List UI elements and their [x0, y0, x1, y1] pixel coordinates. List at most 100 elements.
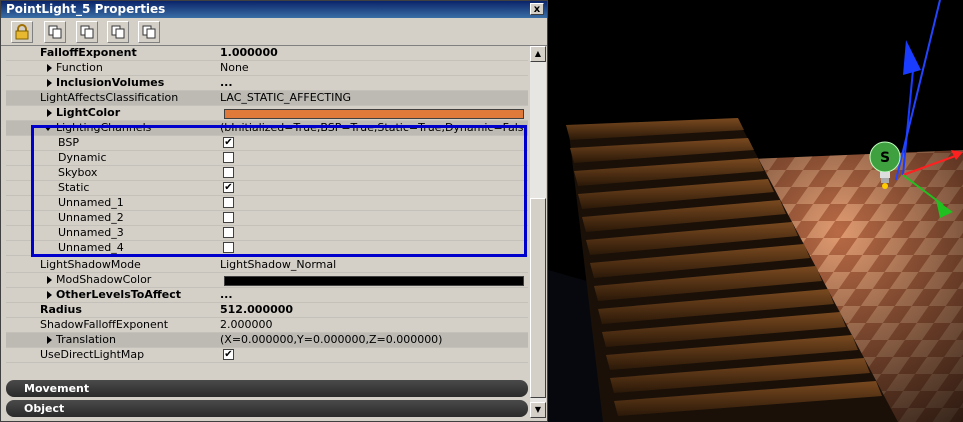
prop-name: Unnamed_2 [58, 211, 124, 224]
scroll-down-button[interactable]: ▼ [530, 402, 546, 418]
prop-name: Unnamed_1 [58, 196, 124, 209]
prop-name: LightShadowMode [40, 258, 141, 271]
title-bar[interactable]: PointLight_5 Properties x [1, 1, 547, 18]
lock-icon [15, 24, 29, 40]
usedirectlightmap-checkbox[interactable]: ✔ [223, 349, 234, 360]
prop-row-lightingchannels[interactable]: LightingChannels (bInitialized=True,BSP=… [6, 121, 528, 136]
prop-name: InclusionVolumes [56, 76, 165, 89]
close-icon: x [533, 4, 541, 15]
prop-row-lightshadowmode[interactable]: LightShadowMode LightShadow_Normal [6, 258, 528, 273]
section-movement[interactable]: Movement [6, 380, 528, 397]
scroll-thumb[interactable] [530, 198, 546, 398]
prop-row-translation[interactable]: Translation (X=0.000000,Y=0.000000,Z=0.0… [6, 333, 528, 348]
prop-row-static[interactable]: Static ✔ [6, 181, 528, 196]
copy-icon [142, 25, 156, 39]
bsp-checkbox[interactable]: ✔ [223, 137, 234, 148]
prop-row-unnamed_4[interactable]: Unnamed_4 [6, 241, 528, 256]
prop-name: Unnamed_4 [58, 241, 124, 254]
prop-name: FalloffExponent [40, 46, 137, 59]
copy-icon [48, 25, 62, 39]
close-button[interactable]: x [530, 3, 544, 15]
prop-row-radius[interactable]: Radius 512.000000 [6, 303, 528, 318]
prop-row-falloffexponent[interactable]: FalloffExponent 1.000000 [6, 46, 528, 61]
prop-name: Translation [56, 333, 116, 346]
unnamed_1-checkbox[interactable] [223, 197, 234, 208]
prop-row-lightaffectsclassification[interactable]: LightAffectsClassification LAC_STATIC_AF… [6, 91, 528, 106]
arrow-up-icon: ▲ [534, 49, 542, 58]
prop-name: OtherLevelsToAffect [56, 288, 182, 301]
prop-name: Unnamed_3 [58, 226, 124, 239]
expand-arrow-icon[interactable] [47, 291, 52, 299]
unnamed_2-checkbox[interactable] [223, 212, 234, 223]
prop-name: LightColor [56, 106, 121, 119]
prop-value[interactable]: LAC_STATIC_AFFECTING [220, 91, 526, 105]
prop-value[interactable]: ... [220, 288, 526, 302]
skybox-checkbox[interactable] [223, 167, 234, 178]
prop-value[interactable]: None [220, 61, 526, 75]
prop-value[interactable]: 2.000000 [220, 318, 526, 332]
copy-button-4[interactable] [138, 21, 160, 43]
prop-name: LightAffectsClassification [40, 91, 179, 104]
arrow-down-icon: ▼ [534, 405, 542, 414]
prop-name: UseDirectLightMap [40, 348, 145, 361]
copy-button-3[interactable] [107, 21, 129, 43]
prop-name: Radius [40, 303, 82, 316]
copy-icon [80, 25, 94, 39]
prop-row-lightcolor[interactable]: LightColor [6, 106, 528, 121]
section-object[interactable]: Object [6, 400, 528, 417]
prop-value[interactable]: LightShadow_Normal [220, 258, 526, 272]
prop-row-unnamed_2[interactable]: Unnamed_2 [6, 211, 528, 226]
prop-value[interactable]: (X=0.000000,Y=0.000000,Z=0.000000) [220, 333, 526, 347]
prop-name: Dynamic [58, 151, 107, 164]
static-checkbox[interactable]: ✔ [223, 182, 234, 193]
expand-arrow-icon[interactable] [47, 109, 52, 117]
prop-name: ShadowFalloffExponent [40, 318, 169, 331]
shadow-color-swatch[interactable] [224, 276, 524, 286]
prop-value[interactable]: 512.000000 [220, 303, 526, 317]
prop-row-function[interactable]: Function None [6, 61, 528, 76]
prop-name: Skybox [58, 166, 98, 179]
prop-row-bsp[interactable]: BSP ✔ [6, 136, 528, 151]
prop-row-dynamic[interactable]: Dynamic [6, 151, 528, 166]
prop-row-unnamed_3[interactable]: Unnamed_3 [6, 226, 528, 241]
dynamic-checkbox[interactable] [223, 152, 234, 163]
prop-name: LightingChannels [56, 121, 152, 134]
lock-button[interactable] [11, 21, 33, 43]
copy-icon [111, 25, 125, 39]
unnamed_3-checkbox[interactable] [223, 227, 234, 238]
viewport-scene: S [548, 0, 963, 422]
prop-name: BSP [58, 136, 79, 149]
window-title: PointLight_5 Properties [6, 2, 166, 16]
scroll-up-button[interactable]: ▲ [530, 46, 546, 62]
prop-value[interactable]: 1.000000 [220, 46, 526, 60]
expand-arrow-icon[interactable] [47, 64, 52, 72]
prop-name: Function [56, 61, 103, 74]
prop-name: ModShadowColor [56, 273, 152, 286]
collapse-arrow-icon[interactable] [44, 126, 52, 131]
prop-name: Static [58, 181, 90, 194]
prop-row-unnamed_1[interactable]: Unnamed_1 [6, 196, 528, 211]
light-color-swatch[interactable] [224, 109, 524, 119]
toolbar [1, 18, 547, 46]
section-label: Movement [24, 382, 90, 395]
vertical-scrollbar[interactable]: ▲ ▼ [530, 46, 546, 418]
prop-row-otherlevelstoaffect[interactable]: OtherLevelsToAffect ... [6, 288, 528, 303]
prop-row-skybox[interactable]: Skybox [6, 166, 528, 181]
expand-arrow-icon[interactable] [47, 79, 52, 87]
unnamed_4-checkbox[interactable] [223, 242, 234, 253]
expand-arrow-icon[interactable] [47, 336, 52, 344]
copy-button-1[interactable] [44, 21, 66, 43]
prop-row-modshadowcolor[interactable]: ModShadowColor [6, 273, 528, 288]
prop-value[interactable]: ... [220, 76, 526, 90]
properties-window: PointLight_5 Properties x FalloffExponen… [0, 0, 548, 422]
section-label: Object [24, 402, 65, 415]
prop-row-usedirectlightmap[interactable]: UseDirectLightMap ✔ [6, 348, 528, 363]
copy-button-2[interactable] [76, 21, 98, 43]
prop-value[interactable]: (bInitialized=True,BSP=True,Static=True,… [220, 121, 526, 135]
3d-viewport[interactable]: S [548, 0, 963, 422]
prop-row-inclusionvolumes[interactable]: InclusionVolumes ... [6, 76, 528, 91]
expand-arrow-icon[interactable] [47, 276, 52, 284]
property-grid: FalloffExponent 1.000000 Function None I… [6, 46, 528, 371]
prop-row-shadowfalloffexponent[interactable]: ShadowFalloffExponent 2.000000 [6, 318, 528, 333]
light-label: S [880, 150, 890, 166]
